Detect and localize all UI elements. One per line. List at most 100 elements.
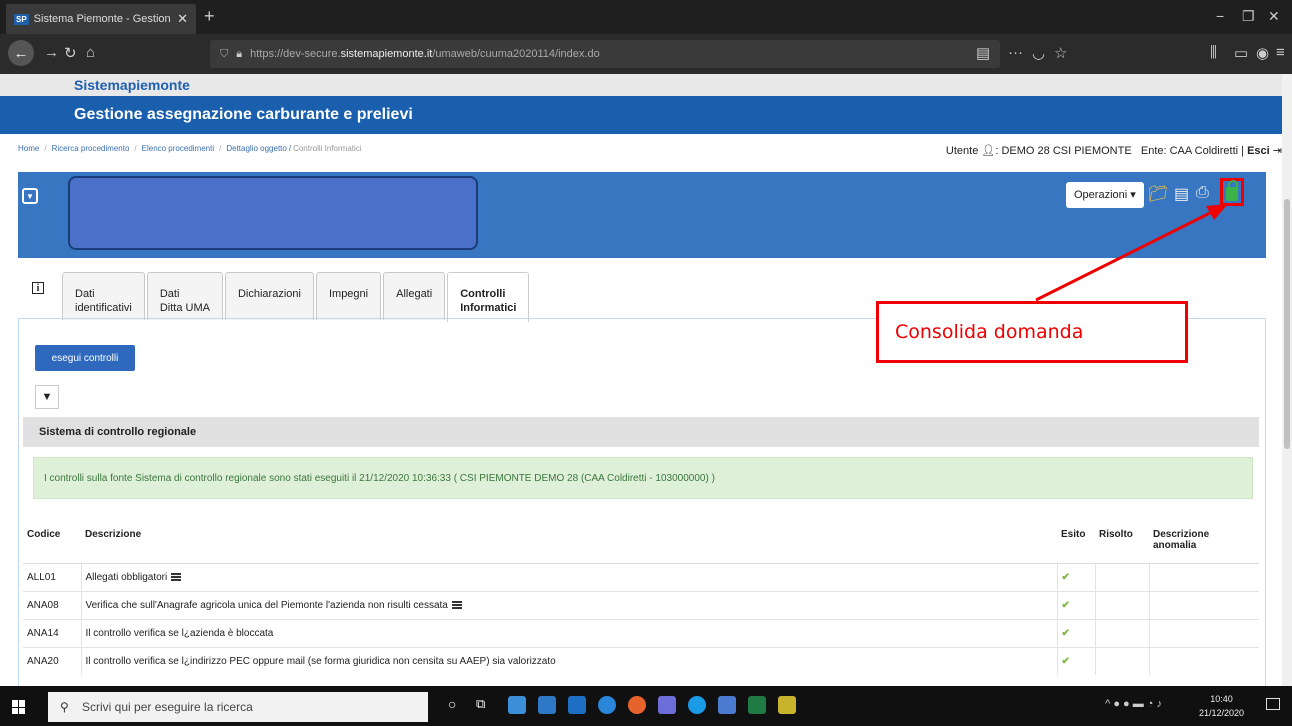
user-icon: 👤︎: [981, 145, 996, 157]
system-clock[interactable]: 10:40 21/12/2020: [1199, 692, 1244, 720]
tab-dati-ditta-uma[interactable]: Dati Ditta UMA: [146, 272, 223, 320]
document-icon[interactable]: ▤: [1174, 184, 1189, 204]
cortana-icon[interactable]: ○: [448, 696, 466, 714]
task-view-icon[interactable]: ⧉: [476, 696, 494, 714]
filter-icon[interactable]: ▼: [35, 385, 59, 409]
success-alert: I controlli sulla fonte Sistema di contr…: [33, 457, 1253, 499]
shield-icon[interactable]: ⛉: [220, 48, 228, 61]
esegui-controlli-button[interactable]: esegui controlli: [35, 345, 135, 371]
logout-link[interactable]: Esci: [1247, 145, 1270, 157]
account-icon[interactable]: ◉: [1256, 44, 1269, 62]
col-risolto: Risolto: [1095, 523, 1149, 564]
breadcrumb-elenco[interactable]: Elenco procedimenti: [142, 144, 214, 153]
tab-dati-identificativi[interactable]: Dati identificativi: [62, 272, 145, 320]
minimize-icon[interactable]: −: [1216, 8, 1224, 24]
esito-check-icon: ✔: [1056, 646, 1095, 675]
app2-icon[interactable]: [718, 696, 736, 714]
consolida-button[interactable]: [1220, 178, 1244, 206]
menu-icon[interactable]: ≡: [1276, 44, 1285, 61]
redacted-box: [68, 176, 478, 250]
close-window-icon[interactable]: ✕: [1268, 8, 1280, 25]
excel-icon[interactable]: [748, 696, 766, 714]
windows-start-icon[interactable]: [12, 700, 26, 714]
collapse-toggle-icon[interactable]: ▼: [22, 188, 38, 204]
esito-check-icon: ✔: [1056, 590, 1095, 619]
user-name: DEMO 28 CSI PIEMONTE: [1001, 145, 1132, 157]
tab-title: Sistema Piemonte - Gestione a: [33, 13, 172, 25]
tab-impegni[interactable]: Impegni: [315, 272, 382, 320]
col-descrizione-anomalia: Descrizione anomalia: [1149, 523, 1259, 564]
url-path: /umaweb/cuuma2020114/index.do: [432, 48, 600, 60]
app3-icon[interactable]: [778, 696, 796, 714]
lock-icon[interactable]: 🔒︎: [236, 48, 242, 61]
table-row: ALL01 Allegati obbligatori ✔: [23, 562, 1259, 591]
controls-table: Codice Descrizione Esito Risolto Descriz…: [23, 523, 1259, 675]
sidebar-icon[interactable]: ▭: [1234, 44, 1248, 62]
edge-icon[interactable]: [598, 696, 616, 714]
search-icon: ⚲: [60, 700, 69, 714]
close-tab-icon[interactable]: ✕: [177, 11, 188, 27]
tray-icons[interactable]: ^ ● ● ▬ ◔ ♪: [1105, 698, 1162, 710]
restore-icon[interactable]: ❐: [1242, 8, 1255, 25]
details-list-icon[interactable]: [171, 572, 182, 581]
tab-strip: Dati identificativi Dati Ditta UMA Dichiar…: [62, 272, 530, 322]
col-codice: Codice: [23, 523, 81, 564]
back-icon[interactable]: ←: [8, 40, 34, 66]
file-explorer-icon[interactable]: [508, 696, 526, 714]
notification-icon[interactable]: [1266, 698, 1280, 710]
breadcrumb-dettaglio[interactable]: Dettaglio oggetto: [226, 144, 287, 153]
browser-tab[interactable]: SP Sistema Piemonte - Gestione a ✕: [6, 4, 196, 34]
breadcrumb-home[interactable]: Home: [18, 144, 39, 153]
scrollbar-thumb[interactable]: [1284, 199, 1290, 449]
tab-dichiarazioni[interactable]: Dichiarazioni: [224, 272, 314, 320]
col-descrizione: Descrizione: [81, 523, 1057, 564]
esito-check-icon: ✔: [1056, 618, 1095, 647]
home-icon[interactable]: ⌂: [86, 44, 95, 61]
store-icon[interactable]: [538, 696, 556, 714]
detail-panel-header: ▼ Operazioni ▾ 📁︎ ▤ ⎙: [18, 172, 1266, 258]
caret-down-icon: ▾: [1130, 189, 1136, 201]
bookmark-star-icon[interactable]: ☆: [1054, 44, 1067, 62]
info-icon[interactable]: i: [32, 282, 44, 294]
table-row: ANA08 Verifica che sull'Anagrafe agricol…: [23, 590, 1259, 619]
print-icon[interactable]: ⎙: [1196, 184, 1209, 202]
url-domain: sistemapiemonte.it: [340, 48, 433, 60]
reader-view-icon[interactable]: ▤: [976, 44, 990, 62]
reload-icon[interactable]: ↻: [64, 44, 77, 62]
col-esito: Esito: [1057, 523, 1095, 564]
skype-icon[interactable]: [688, 696, 706, 714]
browser-nav-bar: ← → ↻ ⌂ ⛉ 🔒︎ https://dev-secure. sistemap…: [0, 34, 1292, 74]
favicon: SP: [14, 13, 29, 25]
taskbar-search[interactable]: ⚲ Scrivi qui per eseguire la ricerca: [48, 692, 428, 722]
esito-check-icon: ✔: [1056, 562, 1095, 591]
tab-controlli-informatici[interactable]: Controlli Informatici: [447, 272, 530, 322]
operazioni-dropdown[interactable]: Operazioni ▾: [1066, 182, 1144, 208]
folder-icon[interactable]: 📁︎: [1148, 184, 1168, 204]
breadcrumb-ricerca[interactable]: Ricerca procedimento: [52, 144, 130, 153]
section-title: Sistema di controllo regionale: [23, 417, 1259, 447]
breadcrumb-current: Controlli Informatici: [293, 144, 362, 153]
annotation-label: Consolida domanda: [876, 301, 1188, 363]
logout-icon[interactable]: ⇥: [1273, 145, 1282, 157]
new-tab-icon[interactable]: +: [204, 6, 215, 27]
url-bar[interactable]: ⛉ 🔒︎ https://dev-secure. sistemapiemonte.…: [210, 40, 1000, 68]
table-row: ANA14 Il controllo verifica se l¿azienda…: [23, 618, 1259, 647]
forward-icon[interactable]: →: [44, 44, 59, 61]
breadcrumb: Home / Ricerca procedimento / Elenco procedi…: [18, 144, 362, 153]
tab-content: esegui controlli ▼ Sistema di controllo …: [18, 318, 1266, 686]
mail-icon[interactable]: [568, 696, 586, 714]
firefox-icon[interactable]: [628, 696, 646, 714]
details-list-icon[interactable]: [451, 600, 462, 609]
browser-tab-bar: SP Sistema Piemonte - Gestione a ✕ + − ❐…: [0, 0, 1292, 34]
tab-allegati[interactable]: Allegati: [383, 272, 446, 320]
page-scrollbar[interactable]: [1282, 74, 1292, 686]
library-icon[interactable]: ⫼: [1210, 44, 1217, 61]
page-actions-icon[interactable]: ···: [1008, 44, 1023, 61]
pocket-icon[interactable]: ◡: [1032, 44, 1045, 62]
app-title: Gestione assegnazione carburante e preli…: [0, 96, 1282, 134]
table-row: ANA20 Il controllo verifica se l¿indiriz…: [23, 646, 1259, 675]
page-content: Sistemapiemonte Gestione assegnazione ca…: [0, 74, 1282, 686]
windows-taskbar: ⚲ Scrivi qui per eseguire la ricerca ○ ⧉…: [0, 686, 1292, 726]
app-icon[interactable]: [658, 696, 676, 714]
ente-name: CAA Coldiretti: [1169, 145, 1239, 157]
